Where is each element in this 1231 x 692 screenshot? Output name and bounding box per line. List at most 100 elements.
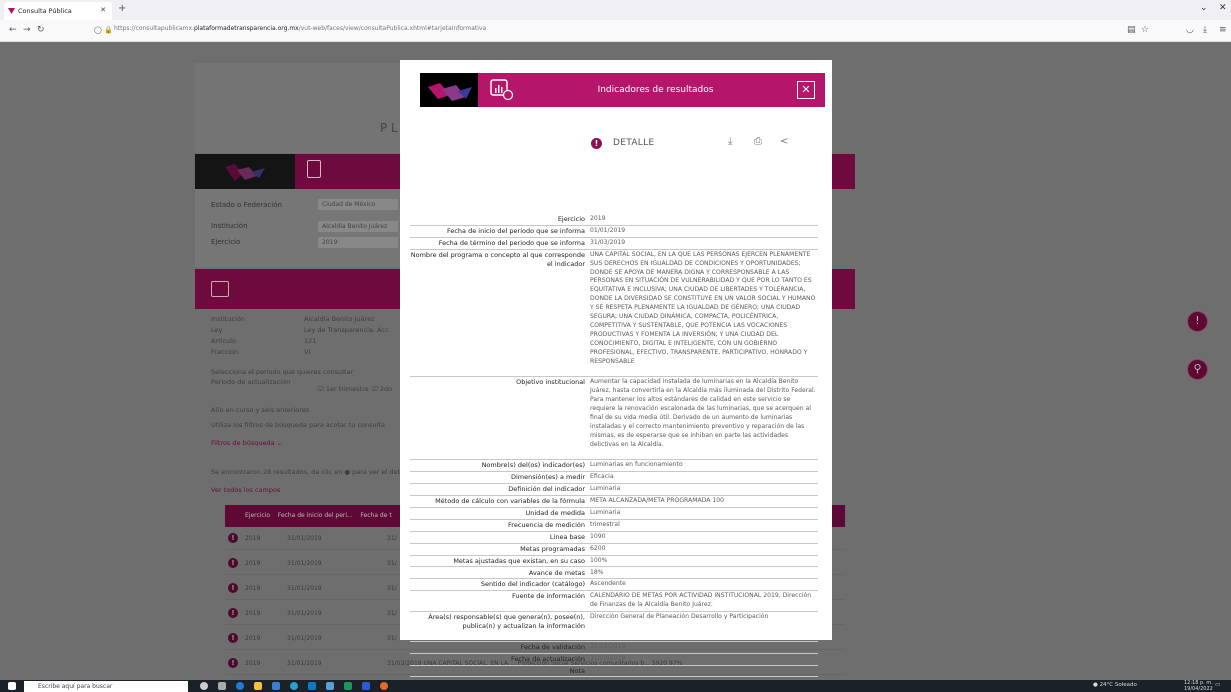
clock[interactable]: 12:18 p. m. 19/04/2022 [1184, 680, 1213, 692]
edge-icon[interactable] [236, 682, 244, 690]
row-info-icon[interactable]: ! [228, 533, 238, 543]
info-value: Alcaldía Benito Juárez [304, 315, 375, 323]
field-value: Aumentar la capacidad instalada de lumin… [590, 378, 816, 448]
field-value: 31/03/2019 [590, 238, 626, 246]
firefox-icon[interactable] [380, 682, 388, 690]
info-label: Institución [211, 315, 245, 323]
row-info-icon[interactable]: ! [228, 558, 238, 568]
notifications-icon[interactable]: ▭ [1215, 682, 1220, 688]
teams-icon[interactable] [326, 682, 334, 690]
search-float-icon[interactable]: ⚲ [1187, 359, 1208, 380]
info-float-icon[interactable]: ! [1187, 311, 1208, 332]
row-info-icon[interactable]: ! [228, 583, 238, 593]
bookmark-star-icon[interactable]: ☆ [1141, 25, 1149, 35]
field-value: 31/03/2019 [590, 642, 626, 650]
taskbar-search-input[interactable]: Escribe aquí para buscar [24, 681, 188, 692]
info-label: Artículo [211, 337, 236, 345]
cell-fecha-inicio: 31/01/2019 [287, 560, 322, 567]
field-label: Dimensión(es) a medir [510, 473, 585, 482]
banner-text: P L [380, 121, 398, 135]
close-tab-icon[interactable]: ✕ [100, 6, 106, 14]
cell-ejercicio: 2019 [245, 535, 261, 542]
pocket-icon[interactable]: ◡ [1186, 25, 1194, 35]
detail-row: Ejercicio 2019 [410, 214, 818, 226]
detail-row: Nombre del programa o concepto al que co… [410, 250, 818, 378]
word-icon[interactable] [362, 682, 370, 690]
row-info-icon[interactable]: ! [228, 658, 238, 668]
filter-hint: Utiliza los filtros de búsqueda para aco… [211, 421, 385, 429]
cell-fecha-inicio: 31/01/2019 [287, 610, 322, 617]
close-modal-button[interactable]: ✕ [797, 81, 815, 99]
info-label: Ley [211, 326, 223, 334]
detail-row: Nota [410, 666, 818, 678]
cell-fecha-termino: 31/ [387, 535, 397, 542]
filters-link[interactable]: Filtros de búsqueda ⌄ [211, 439, 282, 447]
mail-icon[interactable] [308, 682, 316, 690]
periodo-checkbox-2[interactable]: ☑ 2do [372, 385, 392, 393]
modal-header-bar: Indicadores de resultados ✕ [478, 73, 825, 107]
periodo-prompt: Selecciona el periodo que quieres consul… [211, 368, 354, 376]
institucion-select[interactable]: Alcaldía Benito Juárez [318, 221, 398, 232]
field-value: 100% [590, 556, 608, 564]
results-count: Se encontraron 28 resultados, da clic en… [211, 468, 406, 476]
reader-view-icon[interactable]: ▤ [1127, 25, 1136, 35]
reload-icon[interactable]: ↻ [37, 25, 45, 35]
col-fecha-termino[interactable]: Fecha de t [360, 512, 391, 519]
browser-tab[interactable]: Consulta Pública ✕ [4, 2, 112, 20]
windows-taskbar: Escribe aquí para buscar ● 24°C Soleado … [0, 680, 1231, 692]
logo-icon [225, 164, 265, 181]
field-label: Nombre(s) del(os) indicador(es) [481, 461, 585, 470]
periodo-checkbox-1[interactable]: ☑ 1er trimestre [318, 385, 369, 393]
logo-block [420, 73, 478, 107]
browser-titlebar: Consulta Pública ✕ + ⌄ ✕ [0, 0, 1231, 20]
field-value: 31/03/2019 [590, 654, 626, 662]
new-tab-icon[interactable]: + [118, 3, 126, 14]
weather-status[interactable]: ● 24°C Soleado [1093, 682, 1137, 688]
weather-text: 24°C Soleado [1099, 682, 1137, 688]
cell-ejercicio: 2019 [245, 660, 261, 667]
shield-icon[interactable]: ◯ [94, 26, 102, 34]
back-icon[interactable]: ← [9, 25, 17, 35]
lock-icon[interactable]: 🔒 [104, 26, 113, 34]
share-icon[interactable]: < [780, 136, 788, 147]
field-value: trimestral [590, 520, 620, 528]
row-info-icon[interactable]: ! [228, 633, 238, 643]
field-label: Nota [569, 666, 585, 675]
download-icon[interactable]: ⤓ [728, 136, 732, 147]
navigation-bar: ← → ↻ ◯ 🔒 https://consultapublicamx.plat… [0, 20, 1231, 42]
cell-fecha-termino: 31/ [387, 585, 397, 592]
col-fecha-inicio[interactable]: Fecha de inicio del peri... [278, 512, 353, 519]
field-value: Luminaria [590, 485, 621, 493]
cortana-icon[interactable] [200, 682, 208, 690]
col-ejercicio[interactable]: Ejercicio [245, 512, 270, 519]
row-info-icon[interactable]: ! [228, 608, 238, 618]
ejercicio-select[interactable]: 2019 [318, 237, 398, 248]
platform-logo-icon [428, 83, 472, 101]
address-bar[interactable]: https://consultapublicamx.plataformadetr… [114, 25, 486, 32]
store-icon[interactable] [272, 682, 280, 690]
detail-row: Línea base 1090 [410, 532, 818, 544]
estado-select[interactable]: Ciudad de México [318, 199, 398, 210]
cell-ejercicio: 2019 [245, 610, 261, 617]
field-label: Unidad de medida [525, 509, 585, 517]
field-value: 18% [590, 568, 604, 576]
ver-todos-link[interactable]: Ver todos los campos [211, 486, 280, 494]
windows-start-icon[interactable] [8, 682, 16, 690]
chrome-icon[interactable] [290, 682, 298, 690]
menu-icon[interactable]: ≡ [1219, 25, 1227, 35]
download-icon[interactable]: ⤓ [1203, 25, 1207, 35]
field-label: Avance de metas [528, 568, 585, 577]
field-value: Dirección General de Planeación Desarrol… [590, 613, 769, 621]
exit-icon[interactable] [307, 160, 321, 178]
cell-fecha-termino: 31/ [387, 610, 397, 617]
close-window-icon[interactable]: ✕ [1219, 3, 1227, 13]
file-explorer-icon[interactable] [254, 682, 262, 690]
task-view-icon[interactable] [218, 682, 226, 690]
print-icon[interactable]: ⎙ [754, 136, 762, 147]
minimize-icon[interactable]: ⌄ [1200, 3, 1208, 13]
estado-label: Estado o Federación [211, 201, 282, 209]
forward-icon[interactable]: → [23, 25, 31, 35]
excel-icon[interactable] [344, 682, 352, 690]
url-path: /vut-web/faces/view/consultaPublica.xhtm… [298, 25, 487, 32]
clock-date: 19/04/2022 [1184, 686, 1213, 692]
